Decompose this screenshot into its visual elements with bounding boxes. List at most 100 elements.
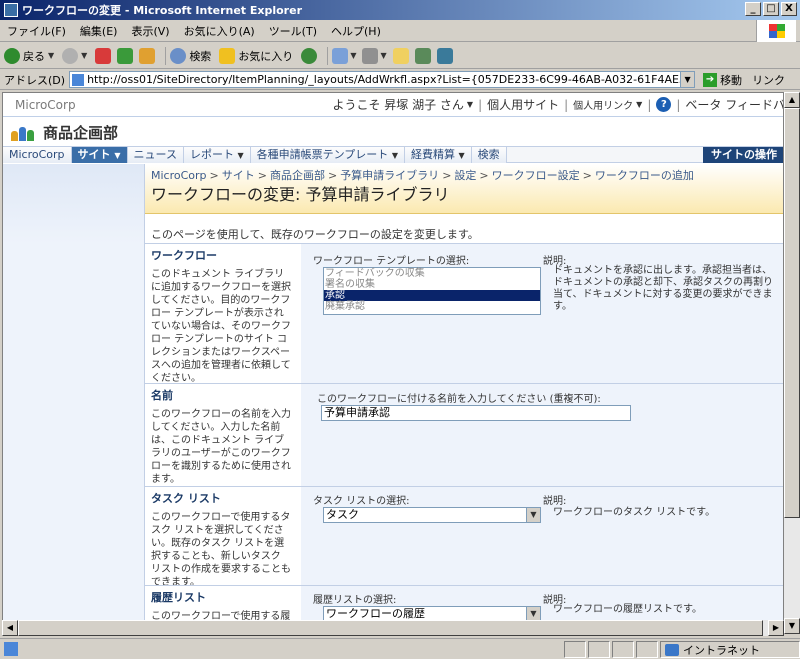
address-input[interactable]: http://oss01/SiteDirectory/ItemPlanning/… [69, 71, 682, 88]
menu-favorites[interactable]: お気に入り(A) [177, 23, 262, 39]
menu-file[interactable]: ファイル(F) [0, 23, 73, 39]
history-list-description: ワークフローの履歴リストです。 [553, 604, 702, 615]
chevron-down-icon: ▼ [350, 51, 357, 60]
security-zone[interactable]: イントラネット [660, 641, 800, 658]
search-icon [170, 47, 187, 64]
close-button[interactable]: X [781, 2, 797, 16]
site-actions-button[interactable]: サイトの操作 [703, 146, 783, 163]
vertical-scrollbar[interactable]: ▲ ▼ [784, 92, 800, 634]
task-list-section-help: タスク リスト このワークフローで使用するタスク リストを選択してください。既存… [151, 492, 291, 589]
menu-bar: ファイル(F) 編集(E) 表示(V) お気に入り(A) ツール(T) ヘルプ(… [0, 20, 800, 42]
workflow-template-option[interactable]: 署名の収集 [324, 279, 540, 290]
breadcrumb-item[interactable]: ワークフロー設定 [492, 169, 580, 182]
address-dropdown-button[interactable]: ▼ [681, 71, 696, 88]
page-title: ワークフローの変更: 予算申請ライブラリ [151, 185, 450, 204]
chevron-down-icon: ▼ [391, 150, 398, 160]
refresh-icon[interactable] [117, 47, 134, 64]
nav-tab-search[interactable]: 検索 [471, 146, 507, 163]
scroll-up-arrow-icon[interactable]: ▲ [784, 92, 800, 108]
address-url: http://oss01/SiteDirectory/ItemPlanning/… [87, 73, 680, 86]
breadcrumb-item[interactable]: 設定 [454, 169, 476, 182]
menu-tools[interactable]: ツール(T) [262, 23, 324, 39]
window-titlebar: ワークフローの変更 - Microsoft Internet Explorer … [0, 0, 800, 20]
history-list-section-help: 履歴リスト このワークフローで使用する履 [151, 591, 291, 623]
notes-icon[interactable] [392, 47, 409, 64]
sp-site-header: 商品企画部 [3, 118, 783, 146]
nav-tab-templates[interactable]: 各種申請帳票テンプレート ▼ [250, 146, 405, 163]
sp-brand[interactable]: MicroCorp [3, 98, 332, 112]
pipe-divider: | [564, 97, 569, 112]
links-button[interactable]: リンク [752, 72, 785, 88]
task-list-section: タスク リスト このワークフローで使用するタスク リストを選択してください。既存… [145, 487, 783, 588]
vertical-scroll-thumb[interactable] [784, 108, 800, 518]
people-icon [11, 123, 35, 141]
pipe-divider: | [478, 97, 483, 112]
workflow-section-help: ワークフロー このドキュメント ライブラリに追加するワークフローを選択してくださ… [151, 249, 291, 385]
windows-flag-icon [768, 24, 785, 38]
messenger-icon[interactable] [414, 47, 431, 64]
my-site-link[interactable]: 個人用サイト [487, 96, 559, 113]
task-desc-label: 説明: [543, 496, 567, 507]
scroll-down-arrow-icon[interactable]: ▼ [784, 618, 800, 634]
sp-left-nav [3, 164, 145, 633]
print-icon[interactable] [362, 47, 379, 64]
status-panel [588, 641, 610, 658]
ie-icon [4, 3, 18, 17]
site-title[interactable]: 商品企画部 [43, 122, 118, 143]
mail-icon[interactable] [332, 47, 349, 64]
chevron-down-icon: ▼ [526, 607, 540, 621]
beta-feedback-link[interactable]: ベータ フィードバ [685, 96, 783, 113]
horizontal-scrollbar[interactable]: ◀ ▶ [2, 620, 784, 636]
menu-view[interactable]: 表示(V) [124, 23, 176, 39]
research-icon[interactable] [436, 47, 453, 64]
favorites-button[interactable]: お気に入り [219, 47, 293, 64]
back-label: 戻る [23, 49, 45, 63]
nav-tab-reports[interactable]: レポート ▼ [183, 146, 251, 163]
address-bar: アドレス(D) http://oss01/SiteDirectory/ItemP… [0, 70, 800, 90]
task-list-select[interactable]: タスク ▼ [323, 507, 541, 523]
back-button[interactable]: 戻る ▼ [4, 47, 54, 64]
horizontal-scroll-thumb[interactable] [18, 620, 763, 636]
workflow-section-help-text: このドキュメント ライブラリに追加するワークフローを選択してください。目的のワー… [151, 269, 291, 384]
search-button[interactable]: 検索 [170, 47, 211, 64]
history-icon[interactable] [301, 47, 318, 64]
workflow-template-option[interactable]: 廃棄承認 [324, 301, 540, 312]
scroll-left-arrow-icon[interactable]: ◀ [2, 620, 18, 636]
toolbar-separator [165, 46, 167, 65]
nav-tab-expenses[interactable]: 経費精算 ▼ [404, 146, 472, 163]
nav-tab-microcorp[interactable]: MicroCorp [3, 146, 72, 163]
menu-help[interactable]: ヘルプ(H) [324, 23, 388, 39]
scroll-right-arrow-icon[interactable]: ▶ [768, 620, 784, 636]
workflow-name-input[interactable]: 予算申請承認 [321, 405, 631, 421]
maximize-button[interactable]: □ [763, 2, 779, 16]
window-controls: _ □ X [745, 2, 797, 16]
home-icon[interactable] [139, 47, 156, 64]
workflow-template-option[interactable]: フィードバックの収集 [324, 268, 540, 279]
nav-tab-site[interactable]: サイト ▼ [71, 146, 128, 163]
page-intro: このページを使用して、既存のワークフローの設定を変更します。 [151, 228, 479, 241]
workflow-template-option-selected[interactable]: 承認 [324, 290, 540, 301]
menu-edit[interactable]: 編集(E) [73, 23, 125, 39]
pipe-divider: | [647, 97, 652, 112]
name-section-help-text: このワークフローの名前を入力してください。入力した名前は、このドキュメント ライ… [151, 409, 291, 485]
welcome-menu[interactable]: ようこそ 昇塚 湖子 さん [332, 96, 463, 113]
status-panel [636, 641, 658, 658]
help-icon[interactable]: ? [656, 97, 672, 112]
status-panels: イントラネット [562, 641, 800, 658]
windows-logo [756, 20, 796, 42]
history-list-section-title: 履歴リスト [151, 591, 206, 604]
forward-button[interactable]: ▼ [62, 47, 88, 64]
workflow-template-listbox[interactable]: フィードバックの収集 署名の収集 承認 廃棄承認 [323, 267, 541, 315]
name-section-title: 名前 [151, 389, 173, 402]
task-list-section-title: タスク リスト [151, 492, 221, 505]
my-links-menu[interactable]: 個人用リンク [573, 97, 633, 112]
forward-arrow-icon [62, 47, 79, 64]
go-button[interactable]: ➔ 移動 [703, 72, 742, 88]
nav-tab-site-label: サイト [77, 147, 111, 161]
chevron-down-icon: ▼ [636, 100, 643, 109]
minimize-button[interactable]: _ [745, 2, 761, 16]
stop-icon[interactable] [95, 47, 112, 64]
workflow-section-title: ワークフロー [151, 249, 217, 262]
chevron-down-icon: ▼ [81, 51, 88, 60]
nav-tab-news[interactable]: ニュース [127, 146, 184, 163]
